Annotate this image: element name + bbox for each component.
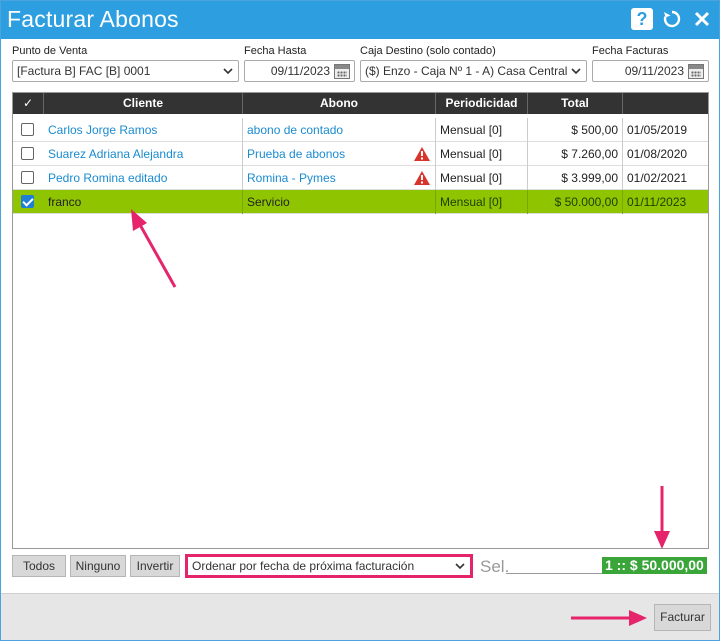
annotation-arrows [131,209,670,626]
arrow-to-selected-row [131,209,177,288]
arrow-to-total-badge [654,486,670,549]
arrow-to-facturar-button [571,610,647,626]
facturar-abonos-dialog: Facturar Abonos ? Punto de Venta Fecha H… [0,0,720,641]
